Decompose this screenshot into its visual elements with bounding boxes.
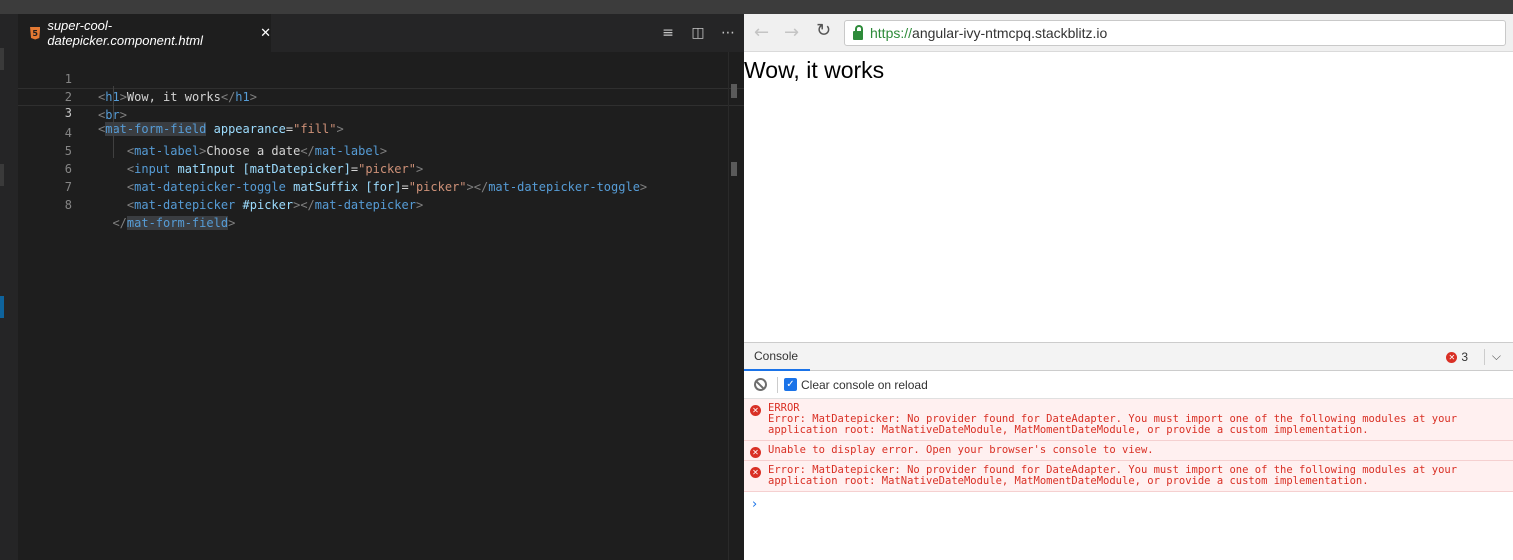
page-content: Wow, it works: [744, 52, 1513, 342]
more-actions-icon[interactable]: ⋯: [720, 25, 736, 41]
scrollbar-marker[interactable]: [731, 84, 737, 98]
console-error-message: ✕ ERROR Error: MatDatepicker: No provide…: [744, 399, 1513, 441]
clear-on-reload-checkbox[interactable]: ✓: [784, 378, 797, 391]
window-titlebar: [0, 0, 1513, 14]
browser-navbar: ← → ↻ https://angular-ivy-ntmcpq.stackbl…: [744, 14, 1513, 52]
tab-console[interactable]: Console: [744, 343, 810, 371]
back-icon[interactable]: ←: [754, 22, 769, 43]
forward-icon[interactable]: →: [784, 22, 799, 43]
code-line: 2 <br>: [18, 70, 744, 122]
code-text: </mat-form-field>: [112, 216, 236, 230]
code-editor: 5 super-cool-datepicker.component.html ✕…: [18, 14, 744, 560]
divider: [1484, 349, 1485, 365]
clear-console-icon[interactable]: [754, 378, 767, 391]
address-bar[interactable]: https://angular-ivy-ntmcpq.stackblitz.io: [844, 20, 1506, 46]
indent-guide: [113, 86, 114, 158]
error-icon: ✕: [750, 405, 761, 416]
activity-bar-active-marker[interactable]: [0, 296, 4, 318]
url-host: angular-ivy-ntmcpq.stackblitz.io: [912, 25, 1108, 41]
page-heading: Wow, it works: [744, 57, 885, 83]
code-area[interactable]: 1 <h1>Wow, it works</h1> 2 <br> 3 <mat-f…: [18, 52, 744, 230]
code-line: 8 </mat-form-field>: [18, 178, 744, 230]
activity-bar-marker: [0, 164, 4, 186]
console-message-text: Error: MatDatepicker: No provider found …: [768, 464, 1458, 487]
scrollbar-marker[interactable]: [731, 162, 737, 176]
divider: [777, 376, 778, 393]
console-toolbar: ✓ Clear console on reload: [744, 371, 1513, 399]
code-line: 5 <input matInput [matDatepicker]="picke…: [18, 124, 744, 176]
console-message-text: ERROR Error: MatDatepicker: No provider …: [768, 402, 1458, 436]
url-scheme: https://: [870, 25, 913, 41]
console-message-text: Unable to display error. Open your brows…: [768, 444, 1154, 456]
split-editor-icon[interactable]: ◫: [690, 25, 706, 41]
line-number: 8: [64, 198, 72, 212]
browser-preview: ← → ↻ https://angular-ivy-ntmcpq.stackbl…: [744, 14, 1513, 560]
code-line: 6 <mat-datepicker-toggle matSuffix [for]…: [18, 142, 744, 194]
error-icon: ✕: [1446, 351, 1458, 363]
console-error-message: ✕ Unable to display error. Open your bro…: [744, 441, 1513, 461]
activity-bar: [0, 14, 18, 560]
activity-bar-marker: [0, 48, 4, 70]
error-counter[interactable]: ✕ 3: [1446, 350, 1468, 364]
code-line: 1 <h1>Wow, it works</h1>: [18, 52, 744, 104]
outline-icon[interactable]: ≡: [660, 25, 676, 41]
editor-tab-bar: 5 super-cool-datepicker.component.html ✕…: [18, 14, 744, 52]
code-line: 4 <mat-label>Choose a date</mat-label>: [18, 106, 744, 158]
html5-icon: 5: [30, 26, 41, 40]
console-error-message: ✕ Error: MatDatepicker: No provider foun…: [744, 461, 1513, 492]
editor-actions: ≡ ◫ ⋯: [660, 14, 736, 52]
console-prompt[interactable]: ›: [744, 492, 1513, 512]
code-line-active: 3 <mat-form-field appearance="fill">: [18, 88, 744, 136]
close-icon[interactable]: ✕: [260, 26, 271, 41]
editor-tab[interactable]: 5 super-cool-datepicker.component.html ✕: [18, 14, 271, 52]
overview-ruler: [728, 52, 729, 560]
error-count: 3: [1461, 350, 1468, 364]
devtools-panel: Console ✕ 3 ⌵ ✓ Clear console on reload …: [744, 342, 1513, 560]
editor-tab-label: super-cool-datepicker.component.html: [47, 18, 203, 48]
code-text: <mat-datepicker #picker></mat-datepicker…: [126, 198, 424, 212]
lock-icon: [853, 24, 863, 40]
chevron-down-icon[interactable]: ⌵: [1492, 349, 1501, 364]
error-icon: ✕: [750, 467, 761, 478]
error-icon: ✕: [750, 447, 761, 458]
devtools-tab-bar: Console ✕ 3 ⌵: [744, 343, 1513, 371]
reload-icon[interactable]: ↻: [816, 20, 831, 41]
code-line: 7 <mat-datepicker #picker></mat-datepick…: [18, 160, 744, 212]
clear-on-reload-label: Clear console on reload: [801, 377, 928, 392]
